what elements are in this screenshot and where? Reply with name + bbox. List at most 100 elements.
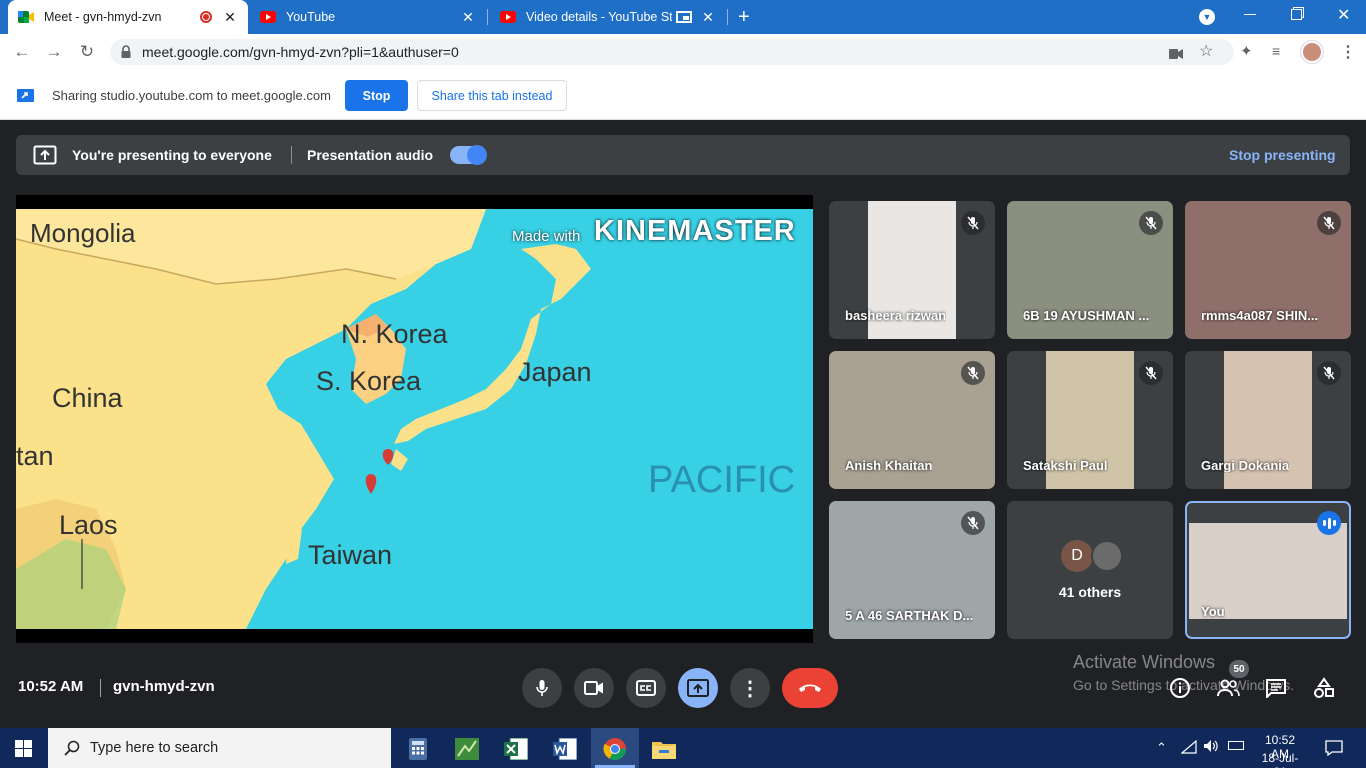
present-screen-icon (33, 145, 57, 170)
captions-button[interactable] (626, 668, 666, 708)
screen-share-icon (16, 86, 36, 109)
camera-in-use-icon[interactable] (1169, 46, 1183, 64)
map-label: Japan (518, 357, 592, 387)
map-label: China (52, 383, 123, 413)
show-hidden-icons-icon[interactable]: ⌃ (1156, 740, 1167, 756)
participant-name: Satakshi Paul (1023, 458, 1108, 473)
present-screen-icon (687, 679, 709, 697)
microphone-button[interactable] (522, 668, 562, 708)
notifications-icon[interactable] (1325, 740, 1343, 761)
chat-icon (1266, 679, 1286, 698)
tab-meet[interactable]: Meet - gvn-hmyd-zvn ✕ (8, 0, 248, 34)
picture-in-picture-icon (676, 11, 692, 23)
meeting-time: 10:52 AM (18, 678, 84, 695)
participant-tile[interactable]: Anish Khaitan (829, 351, 995, 489)
meeting-details-button[interactable] (1168, 676, 1192, 700)
presentation-audio-label: Presentation audio (307, 147, 434, 163)
new-tab-icon[interactable]: + (738, 6, 750, 29)
minimize-icon[interactable] (1244, 14, 1256, 15)
others-tile[interactable]: D 41 others (1007, 501, 1173, 639)
volume-icon[interactable] (1203, 739, 1219, 758)
presenting-message: You're presenting to everyone (72, 147, 272, 163)
participant-tile[interactable]: 5 A 46 SARTHAK D... (829, 501, 995, 639)
stop-sharing-button[interactable]: Stop (345, 80, 408, 111)
participant-tile[interactable]: 6B 19 AYUSHMAN ... (1007, 201, 1173, 339)
tab-title: YouTube (286, 10, 336, 24)
microphone-icon (536, 680, 548, 696)
word-app-icon[interactable] (545, 734, 585, 764)
file-explorer-icon[interactable] (644, 734, 684, 764)
extensions-icon[interactable]: ✦ (1240, 42, 1253, 60)
close-window-icon[interactable]: ✕ (1337, 5, 1350, 25)
participant-name: rmms4a087 SHIN... (1201, 308, 1319, 323)
tab-separator (487, 9, 488, 25)
tab-youtube-studio[interactable]: Video details - YouTube Stud ✕ (490, 0, 726, 34)
present-now-button[interactable] (678, 668, 718, 708)
chrome-app-icon[interactable] (595, 734, 635, 764)
close-tab-icon[interactable]: ✕ (460, 9, 476, 26)
calculator-app-icon[interactable] (398, 734, 438, 764)
leave-call-button[interactable] (782, 668, 838, 708)
watermark-prefix: Made with (512, 228, 581, 245)
other-avatar-photo (1091, 540, 1123, 572)
excel-app-icon[interactable] (496, 734, 536, 764)
youtube-icon (500, 9, 516, 25)
network-icon[interactable] (1180, 739, 1197, 759)
tab-title: Meet - gvn-hmyd-zvn (44, 10, 162, 24)
participant-name: You (1201, 604, 1225, 619)
participant-name: basheera rizwan (845, 308, 947, 323)
mic-off-icon (961, 211, 985, 235)
self-tile[interactable]: You (1185, 501, 1351, 639)
camera-button[interactable] (574, 668, 614, 708)
restore-icon[interactable] (1291, 9, 1302, 20)
map-label: Laos (59, 510, 118, 540)
participant-tile[interactable]: Gargi Dokania (1185, 351, 1351, 489)
info-icon (1170, 678, 1190, 698)
more-options-button[interactable]: ⋮ (730, 668, 770, 708)
browser-menu-icon[interactable]: ⋮ (1340, 42, 1356, 62)
participant-tile[interactable]: basheera rizwan (829, 201, 995, 339)
google-meet-icon (18, 9, 34, 25)
speaking-indicator-icon (1317, 511, 1341, 535)
meeting-code[interactable]: gvn-hmyd-zvn (113, 678, 215, 695)
map-label: PACIFIC (648, 459, 796, 501)
search-icon (64, 740, 80, 756)
tab-youtube[interactable]: YouTube ✕ (250, 0, 486, 34)
profile-avatar[interactable] (1301, 41, 1323, 63)
lock-icon[interactable] (121, 45, 131, 58)
battery-icon[interactable] (1228, 741, 1244, 750)
mic-off-icon (961, 511, 985, 535)
presentation-audio-toggle[interactable] (450, 145, 487, 165)
shared-screen: Made with KINEMASTER Mongolia N. Korea S… (16, 195, 813, 643)
stop-presenting-button[interactable]: Stop presenting (1229, 147, 1336, 163)
participants-button[interactable] (1216, 676, 1240, 700)
windows-start-icon[interactable] (15, 740, 32, 762)
map-label: N. Korea (341, 319, 448, 349)
bottom-divider (100, 679, 101, 697)
participant-tile[interactable]: Satakshi Paul (1007, 351, 1173, 489)
participant-tile[interactable]: rmms4a087 SHIN... (1185, 201, 1351, 339)
mic-off-icon (1317, 361, 1341, 385)
share-this-tab-button[interactable]: Share this tab instead (417, 80, 567, 111)
spreadsheet-app-icon[interactable] (447, 734, 487, 764)
tab-title: Video details - YouTube Stud (526, 10, 672, 24)
bookmark-star-icon[interactable]: ☆ (1199, 41, 1213, 61)
taskbar-date[interactable]: 18-Jul-21 (1255, 751, 1305, 768)
mic-off-icon (1317, 211, 1341, 235)
reload-icon[interactable]: ↻ (77, 42, 97, 62)
media-controls-icon[interactable]: ≡ (1272, 43, 1280, 59)
chat-button[interactable] (1264, 676, 1288, 700)
back-icon[interactable]: ← (12, 42, 32, 62)
activities-button[interactable] (1312, 676, 1336, 700)
tab-search-icon[interactable]: ▼ (1199, 9, 1215, 25)
close-tab-icon[interactable]: ✕ (222, 9, 238, 26)
tab-separator (727, 9, 728, 25)
taskbar-search-box[interactable]: Type here to search (48, 728, 391, 768)
map-label: Taiwan (308, 540, 393, 570)
forward-icon[interactable]: → (44, 42, 64, 62)
watermark-brand: KINEMASTER (594, 215, 796, 247)
activate-windows-title: Activate Windows (1073, 652, 1216, 672)
mic-off-icon (1139, 361, 1163, 385)
close-tab-icon[interactable]: ✕ (700, 9, 716, 26)
participant-name: 5 A 46 SARTHAK D... (845, 608, 974, 623)
